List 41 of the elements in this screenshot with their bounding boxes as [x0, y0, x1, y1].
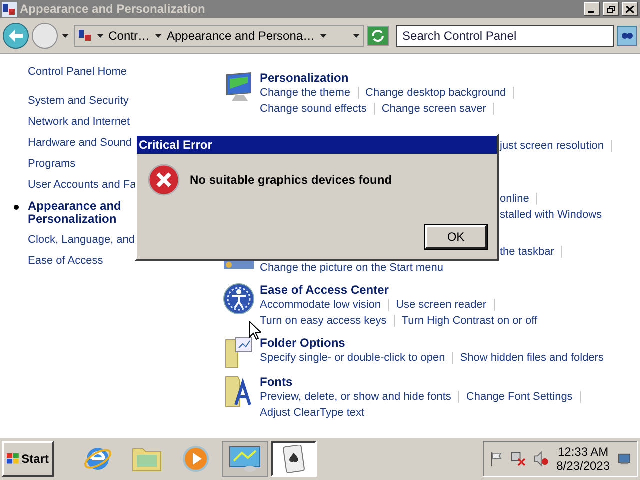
task-link[interactable]: Change sound effects: [260, 102, 367, 116]
category-heading[interactable]: Ease of Access Center: [260, 283, 538, 297]
nav-link[interactable]: Appearance and Personalization: [28, 200, 128, 226]
ok-button[interactable]: OK: [425, 225, 487, 249]
nav-link[interactable]: Network and Internet: [28, 116, 130, 129]
task-link[interactable]: Preview, delete, or show and hide fonts: [260, 390, 452, 404]
dialog-title: Critical Error: [139, 137, 212, 154]
window-title: Appearance and Personalization: [20, 1, 206, 18]
category-heading[interactable]: Personalization: [260, 71, 522, 85]
task-link[interactable]: Specify single- or double-click to open: [260, 351, 446, 365]
task-link[interactable]: Show hidden files and folders: [460, 351, 604, 365]
task-link[interactable]: Turn on easy access keys: [260, 314, 387, 328]
task-link[interactable]: Change screen saver: [382, 102, 486, 116]
nav-link[interactable]: Hardware and Sound: [28, 137, 132, 150]
nav-link[interactable]: Control Panel Home: [28, 66, 128, 79]
task-link[interactable]: Accommodate low vision: [260, 298, 382, 312]
task-link[interactable]: Change the theme: [260, 86, 351, 100]
breadcrumb-item[interactable]: Contr…: [108, 26, 150, 44]
task-link[interactable]: Change Font Settings: [466, 390, 573, 404]
start-button[interactable]: Start: [2, 441, 54, 477]
search-field[interactable]: Search Control Panel: [396, 24, 614, 46]
error-message: No suitable graphics devices found: [190, 172, 392, 189]
nav-link[interactable]: Programs: [28, 158, 76, 171]
nav-link[interactable]: Clock, Language, and: [28, 234, 136, 247]
address-field[interactable]: Contr… Appearance and Persona…: [74, 24, 364, 46]
task-link[interactable]: Turn High Contrast on or off: [402, 314, 538, 328]
task-link[interactable]: just screen resolution: [500, 139, 604, 153]
clock-time: 12:33 AM: [558, 445, 609, 459]
nav-link[interactable]: Ease of Access: [28, 255, 104, 268]
category-heading[interactable]: Fonts: [260, 375, 588, 389]
nav-link[interactable]: System and Security: [28, 95, 129, 108]
task-link[interactable]: the taskbar: [500, 245, 554, 259]
task-link[interactable]: stalled with Windows: [500, 208, 602, 222]
task-link[interactable]: Change the picture on the Start menu: [260, 261, 444, 275]
clock-date: 8/23/2023: [556, 459, 610, 473]
breadcrumb-item[interactable]: Appearance and Persona…: [166, 26, 316, 44]
task-link[interactable]: Adjust ClearType text: [260, 406, 365, 420]
task-link[interactable]: online: [500, 192, 530, 206]
task-link[interactable]: Change desktop background: [366, 86, 506, 100]
category-heading[interactable]: Folder Options: [260, 336, 604, 350]
task-link[interactable]: Use screen reader: [396, 298, 487, 312]
